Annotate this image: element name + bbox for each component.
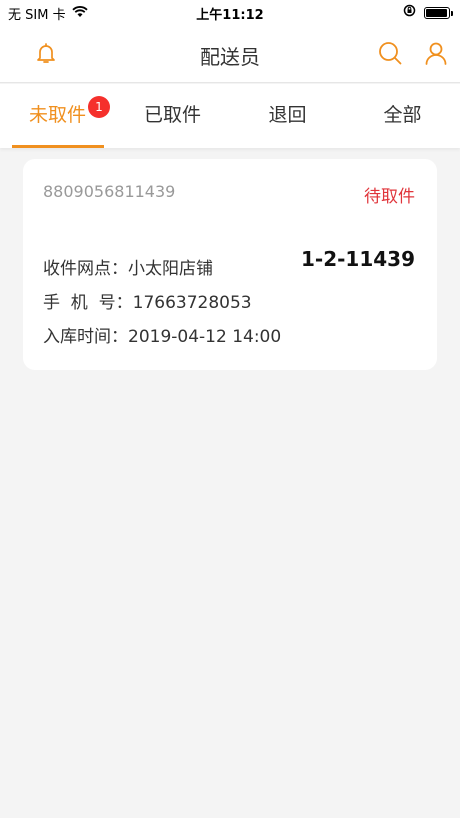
tab-all[interactable]: 全部	[345, 84, 460, 148]
phone-row: 手 机 号：17663728053	[43, 288, 252, 313]
user-icon[interactable]	[423, 40, 449, 66]
time-row: 入库时间：2019-04-12 14:00	[43, 322, 281, 347]
station-value: 小太阳店铺	[128, 259, 213, 279]
status-time: 上午11:12	[196, 8, 264, 23]
tab-label: 未取件	[28, 104, 86, 126]
orientation-lock-icon	[403, 4, 416, 21]
tab-label: 退回	[268, 104, 307, 126]
station-label: 收件网点：	[43, 259, 128, 279]
tab-label: 已取件	[143, 104, 201, 126]
time-label: 入库时间：	[43, 327, 128, 347]
phone-value: 17663728053	[132, 293, 252, 313]
order-status: 待取件	[364, 187, 415, 207]
status-bar: 无 SIM 卡 上午11:12	[0, 0, 460, 24]
search-icon[interactable]	[377, 40, 403, 66]
tab-returned[interactable]: 退回	[230, 84, 345, 148]
order-card[interactable]: 8809056811439 待取件 1-2-11439 收件网点：小太阳店铺 手…	[23, 159, 437, 370]
phone-label: 手 机 号：	[43, 293, 133, 313]
battery-level	[426, 8, 447, 17]
tab-pending-pickup[interactable]: 未取件 1	[0, 84, 115, 148]
battery-icon	[424, 6, 453, 19]
order-number: 8809056811439	[43, 182, 176, 201]
time-value: 2019-04-12 14:00	[128, 327, 282, 347]
status-right	[403, 4, 453, 21]
pickup-code: 1-2-11439	[300, 247, 415, 271]
notification-badge: 1	[88, 96, 110, 118]
active-tab-indicator	[12, 145, 104, 148]
navigation-bar: 配送员	[0, 24, 460, 83]
tab-label: 全部	[383, 104, 422, 126]
tab-picked-up[interactable]: 已取件	[115, 84, 230, 148]
tab-bar: 未取件 1 已取件 退回 全部	[0, 84, 460, 148]
station-row: 收件网点：小太阳店铺	[43, 254, 213, 279]
